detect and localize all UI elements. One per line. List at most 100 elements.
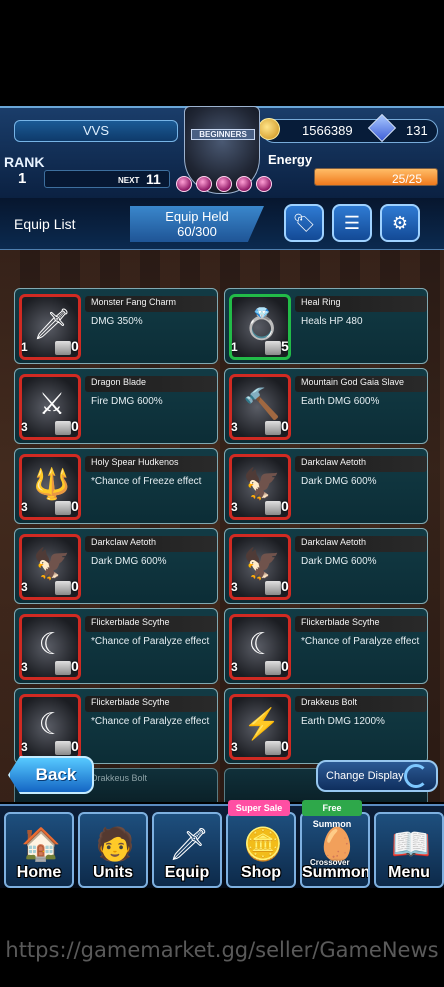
hammer-icon [55,661,71,675]
item-art-icon: ☾ [38,628,66,661]
nav-equip[interactable]: 🗡 Equip [152,812,222,888]
back-button[interactable]: Back [8,756,94,794]
equip-card[interactable]: 🔱 3 0 Holy Spear Hudkenos *Chance of Freeze … [14,448,218,524]
item-description: *Chance of Paralyze effect [301,636,420,647]
item-art-icon: 🗡 [32,308,72,341]
bottom-nav: 🏠 Home 🧑 Units 🗡 Equip 🪙 Shop 🥚 Summon 📖 Menu [0,804,444,888]
tag-button[interactable]: 🏷 [284,204,324,242]
item-count: 0 [281,578,289,594]
equip-card[interactable]: ☾ 3 0 Flickerblade Scythe *Chance of Paralyz… [14,608,218,684]
orb-row [172,176,276,194]
item-count: 0 [71,578,79,594]
status-spacer [0,0,444,106]
nav-label: Menu [388,864,430,881]
equip-held-panel: Equip Held 60/300 [130,206,264,242]
equip-card[interactable]: ☾ 3 0 Flickerblade Scythe *Chance of Paralyz… [224,608,428,684]
tag-icon: 🏷 [292,212,316,233]
super-sale-badge: Super Sale [228,800,290,816]
rarity-value: 3 [231,660,238,674]
item-description: Fire DMG 600% [91,396,163,407]
hammer-icon [55,341,71,355]
item-description: Heals HP 480 [301,316,363,327]
item-description: Dark DMG 600% [301,556,377,567]
page-title: Equip List [14,216,76,232]
equip-held-label: Equip Held [165,209,229,224]
equipment-list[interactable]: Drakkeus Bolt 🗡 1 0 Monster Fang Charm DMG 3… [0,250,444,802]
equip-card[interactable]: 🗡 1 0 Monster Fang Charm DMG 350% [14,288,218,364]
filter-button[interactable]: ☰ [332,204,372,242]
item-art-icon: 🦅 [243,468,281,501]
energy-value: 25/25 [392,172,423,186]
nav-label: Shop [241,864,281,881]
item-count: 0 [71,498,79,514]
next-value: 11 [146,171,161,187]
equip-card[interactable]: 💍 1 5 Heal Ring Heals HP 480 [224,288,428,364]
refresh-icon[interactable] [404,764,428,788]
rarity-value: 3 [21,580,28,594]
hammer-icon [55,741,71,755]
gear-icon: ⚙ [391,212,409,233]
item-description: Dark DMG 600% [91,556,167,567]
item-art-icon: ☾ [248,628,276,661]
rarity-value: 1 [21,340,28,354]
nav-shop-icon: 🪙 [243,826,283,862]
item-name: Flickerblade Scythe [91,617,170,627]
orb-icon [256,176,272,192]
equip-card[interactable]: 🦅 3 0 Darkclaw Aetoth Dark DMG 600% [224,528,428,604]
nav-label: Equip [164,864,210,881]
rarity-value: 1 [231,340,238,354]
equip-card[interactable]: ☾ 3 0 Flickerblade Scythe *Chance of Paralyz… [14,688,218,764]
nav-shop[interactable]: 🪙 Shop [226,812,296,888]
nav-units-icon: 🧑 [95,826,135,862]
item-name: Darkclaw Aetoth [91,537,157,547]
item-count: 0 [71,418,79,434]
item-art-icon: 🔱 [33,468,71,501]
item-count: 0 [281,658,289,674]
rank-label: RANK [4,154,45,170]
item-name: Dragon Blade [91,377,147,387]
free-summon-badge: Free Summon [302,800,362,829]
hammer-icon [55,421,71,435]
nav-menu[interactable]: 📖 Menu [374,812,444,888]
equip-card[interactable]: 🔨 3 0 Mountain God Gaia Slave Earth DMG 600% [224,368,428,444]
hammer-icon [265,501,281,515]
hammer-icon [265,421,281,435]
hammer-icon [55,581,71,595]
item-count: 0 [281,738,289,754]
gem-value: 131 [406,123,428,138]
nav-home[interactable]: 🏠 Home [4,812,74,888]
hammer-icon [265,341,281,355]
gold-value: 1566389 [302,123,353,138]
item-name: Flickerblade Scythe [91,697,170,707]
item-name: Monster Fang Charm [91,297,177,307]
hammer-icon [55,501,71,515]
item-count: 5 [281,338,289,354]
player-name[interactable]: VVS [14,120,178,142]
equip-card[interactable]: ⚡ 3 0 Drakkeus Bolt Earth DMG 1200% [224,688,428,764]
item-description: *Chance of Freeze effect [91,476,202,487]
nav-equip-icon: 🗡 [168,826,210,862]
rank-value: 1 [18,170,27,187]
item-art-icon: 🔨 [243,388,281,421]
item-description: Dark DMG 600% [301,476,377,487]
item-name: Heal Ring [301,297,341,307]
orb-icon [216,176,232,192]
equip-card[interactable]: 🦅 3 0 Darkclaw Aetoth Dark DMG 600% [14,528,218,604]
item-name: Drakkeus Bolt [301,697,358,707]
hammer-icon [265,581,281,595]
equip-held-value: 60/300 [177,224,217,239]
item-name: Drakkeus Bolt [91,773,148,783]
watermark: https://gamemarket.gg/seller/GameNews [5,938,439,962]
rarity-value: 3 [231,500,238,514]
equip-card[interactable]: ⚔ 3 0 Dragon Blade Fire DMG 600% [14,368,218,444]
nav-home-icon: 🏠 [21,826,61,862]
rarity-value: 3 [231,420,238,434]
rarity-value: 3 [231,740,238,754]
item-art-icon: 💍 [243,308,281,341]
equip-card[interactable]: 🦅 3 0 Darkclaw Aetoth Dark DMG 600% [224,448,428,524]
nav-units[interactable]: 🧑 Units [78,812,148,888]
item-description: Earth DMG 1200% [301,716,385,727]
item-description: DMG 350% [91,316,143,327]
settings-button[interactable]: ⚙ [380,204,420,242]
item-art-icon: 🦅 [243,548,281,581]
